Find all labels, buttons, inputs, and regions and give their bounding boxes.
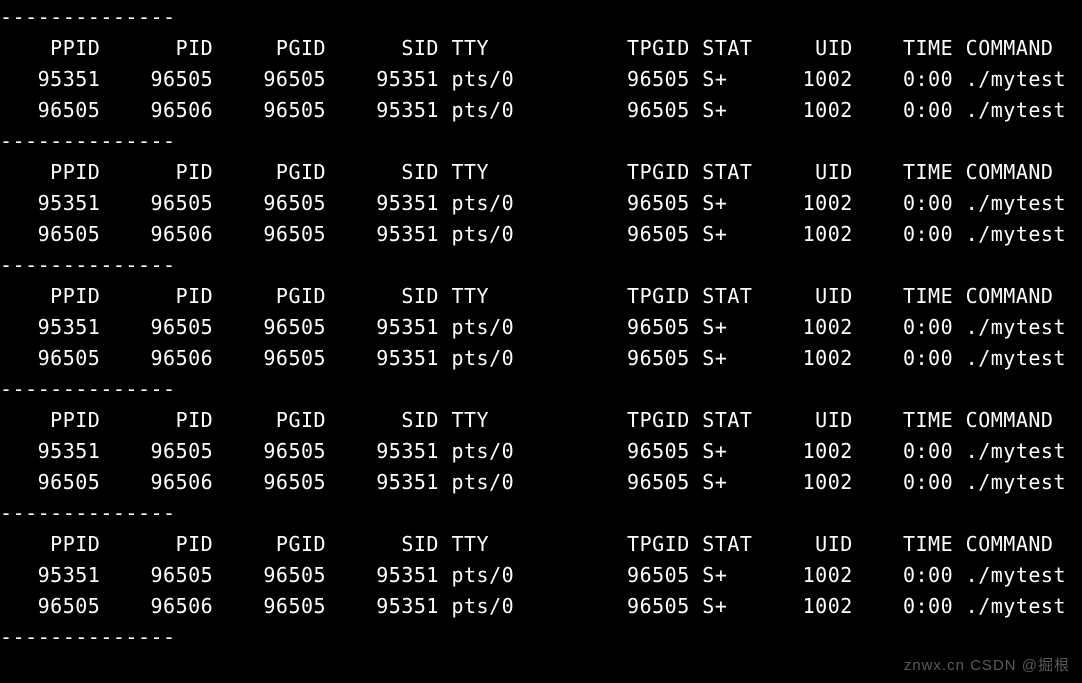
ps-row: 95351 96505 96505 95351 pts/0 96505 S+ 1…	[0, 315, 1079, 339]
separator-line: --------------	[0, 253, 176, 277]
ps-row: 96505 96506 96505 95351 pts/0 96505 S+ 1…	[0, 222, 1079, 246]
ps-row: 95351 96505 96505 95351 pts/0 96505 S+ 1…	[0, 439, 1079, 463]
ps-header-line: PPID PID PGID SID TTY TPGID STAT UID TIM…	[0, 160, 1079, 184]
ps-header-line: PPID PID PGID SID TTY TPGID STAT UID TIM…	[0, 284, 1079, 308]
separator-line: --------------	[0, 501, 176, 525]
ps-header-line: PPID PID PGID SID TTY TPGID STAT UID TIM…	[0, 532, 1079, 556]
separator-line: --------------	[0, 5, 176, 29]
terminal-output: -------------- PPID PID PGID SID TTY TPG…	[0, 0, 1082, 653]
ps-row: 95351 96505 96505 95351 pts/0 96505 S+ 1…	[0, 191, 1079, 215]
ps-row: 95351 96505 96505 95351 pts/0 96505 S+ 1…	[0, 67, 1079, 91]
separator-line: --------------	[0, 129, 176, 153]
ps-header-line: PPID PID PGID SID TTY TPGID STAT UID TIM…	[0, 408, 1079, 432]
ps-row: 96505 96506 96505 95351 pts/0 96505 S+ 1…	[0, 470, 1079, 494]
separator-line: --------------	[0, 377, 176, 401]
separator-line: --------------	[0, 625, 176, 649]
ps-row: 96505 96506 96505 95351 pts/0 96505 S+ 1…	[0, 98, 1079, 122]
ps-row: 96505 96506 96505 95351 pts/0 96505 S+ 1…	[0, 346, 1079, 370]
ps-row: 95351 96505 96505 95351 pts/0 96505 S+ 1…	[0, 563, 1079, 587]
watermark-text: znwx.cn CSDN @掘根	[904, 654, 1070, 677]
ps-row: 96505 96506 96505 95351 pts/0 96505 S+ 1…	[0, 594, 1079, 618]
ps-header-line: PPID PID PGID SID TTY TPGID STAT UID TIM…	[0, 36, 1079, 60]
